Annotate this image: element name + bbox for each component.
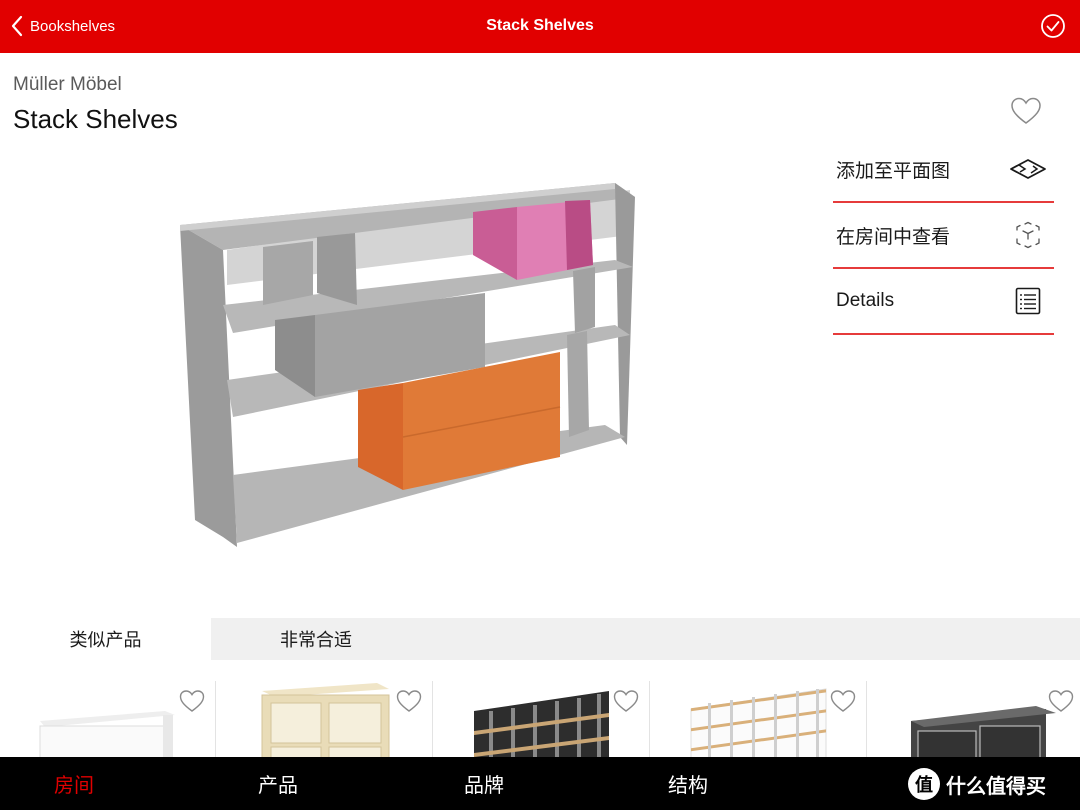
product-thumbnail[interactable] [0,681,216,757]
action-label: 添加至平面图 [836,160,951,182]
heart-icon[interactable] [1048,689,1074,713]
product-thumbnail[interactable] [651,681,867,757]
add-to-floorplan-action[interactable]: 添加至平面图 [833,137,1054,203]
product-3d-render[interactable] [175,175,650,555]
product-thumbnail[interactable] [868,681,1080,757]
tab-good-match[interactable]: 非常合适 [211,618,421,660]
bottom-navigation-bar: 房间 产品 品牌 结构 值 什么值得买 [0,757,1080,810]
floorplan-icon [1008,153,1048,185]
product-thumbnail-strip [0,681,1080,757]
heart-icon[interactable] [179,689,205,713]
heart-icon[interactable] [396,689,422,713]
recommendation-tabs: 类似产品 非常合适 [0,618,1080,660]
nav-products[interactable]: 产品 [218,757,338,810]
watermark-text: 什么值得买 [946,775,1046,798]
details-list-icon [1008,285,1048,317]
watermark-badge-text: 值 [915,775,933,795]
ar-cube-icon [1008,219,1048,251]
action-label: 在房间中查看 [836,226,951,248]
nav-structure[interactable]: 结构 [628,757,748,810]
white-grid-shelf-thumbnail [690,688,827,757]
heart-icon[interactable] [1010,96,1042,126]
dark-low-shelf-thumbnail [911,706,1056,757]
watermark-badge-icon: 值 [908,768,940,800]
view-in-room-action[interactable]: 在房间中查看 [833,203,1054,269]
top-navigation-bar: Bookshelves Stack Shelves [0,0,1080,53]
page-title: Stack Shelves [486,17,594,34]
checkmark-circle-icon[interactable] [1040,13,1066,39]
action-label: Details [836,290,895,311]
brand-name: Müller Möbel [13,74,122,95]
product-thumbnail[interactable] [217,681,433,757]
tab-similar-products[interactable]: 类似产品 [0,618,211,660]
product-name: Stack Shelves [13,104,178,134]
white-sideboard-thumbnail [39,711,175,757]
watermark: 值 什么值得买 [908,767,1046,801]
nav-brands[interactable]: 品牌 [424,757,544,810]
details-action[interactable]: Details [833,269,1054,335]
wood-cube-shelf-thumbnail [261,683,390,757]
heart-icon[interactable] [830,689,856,713]
heart-icon[interactable] [613,689,639,713]
action-list: 添加至平面图 在房间中查看 Details [833,137,1054,335]
black-grid-shelf-thumbnail [474,691,609,757]
nav-room[interactable]: 房间 [14,757,134,810]
product-thumbnail[interactable] [434,681,650,757]
